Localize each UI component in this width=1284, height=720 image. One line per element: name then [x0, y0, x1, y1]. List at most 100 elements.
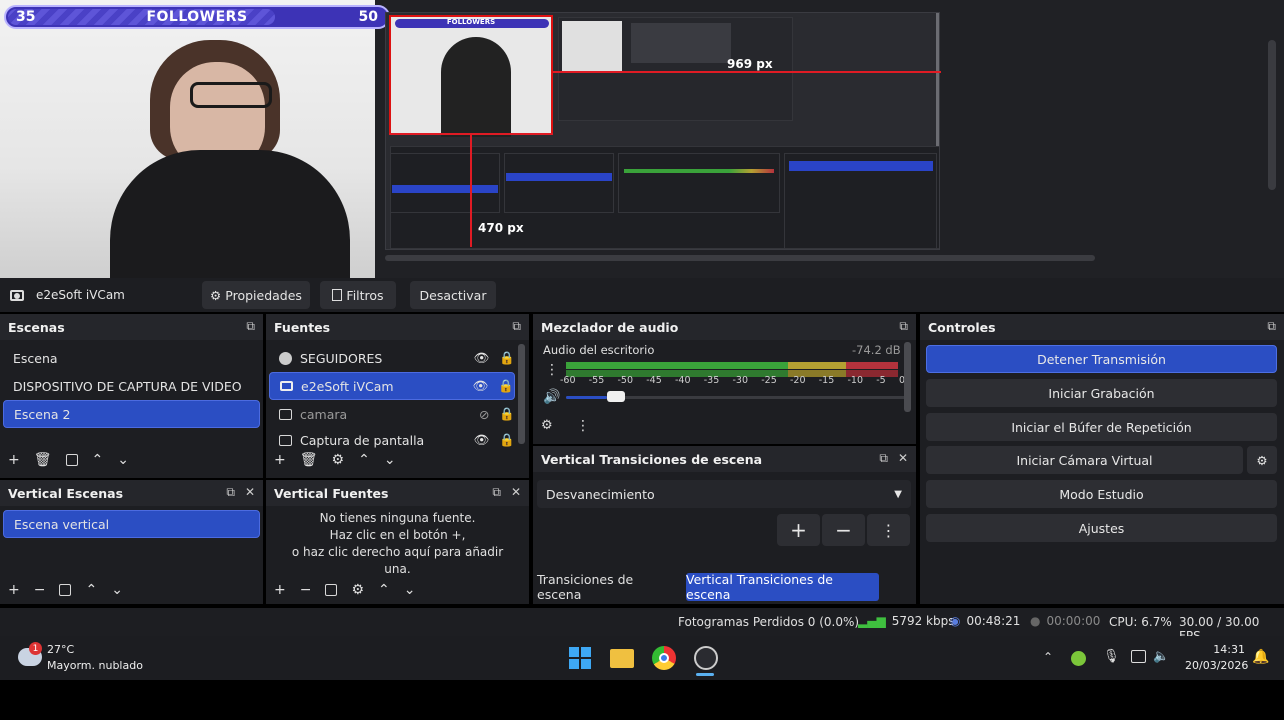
- source-item[interactable]: camara ⊘ 🔒: [269, 400, 515, 428]
- microphone-icon[interactable]: 🎙: [1103, 649, 1120, 664]
- preview-horizontal-scrollbar[interactable]: [385, 255, 1095, 261]
- mixer-scrollbar[interactable]: [904, 342, 911, 412]
- chrome-icon[interactable]: [652, 646, 676, 670]
- source-item-selected[interactable]: e2eSoft iVCam 👁 🔒: [269, 372, 515, 400]
- stop-stream-button[interactable]: Detener Transmisión: [926, 345, 1277, 373]
- deactivate-label: Desactivar: [419, 287, 487, 303]
- mini-webcam-source[interactable]: FOLLOWERS: [389, 15, 553, 137]
- eye-icon[interactable]: 👁: [473, 378, 489, 394]
- mixer-menu-icon[interactable]: ⋮: [576, 418, 590, 434]
- up-arrow-icon[interactable]: ⌃: [92, 452, 104, 468]
- down-arrow-icon[interactable]: ⌄: [404, 582, 416, 598]
- filters-button[interactable]: Filtros: [320, 281, 396, 309]
- source-item[interactable]: SEGUIDORES 👁 🔒: [269, 344, 515, 372]
- source-item-label: camara: [300, 406, 348, 422]
- transition-menu-button[interactable]: ⋮: [867, 514, 910, 546]
- undock-icon[interactable]: ⧉: [1267, 319, 1276, 334]
- tab-vertical-scene-transitions[interactable]: Vertical Transiciones de escena: [686, 572, 879, 602]
- meter-ticks: -60 -55 -50 -45 -40 -35 -30 -25 -20 -15 …: [560, 375, 905, 386]
- undock-icon[interactable]: ⧉: [226, 485, 235, 500]
- gear-icon[interactable]: ⚙: [351, 582, 364, 598]
- empty-line: No tienes ninguna fuente.: [319, 511, 476, 525]
- lock-icon[interactable]: 🔒: [499, 432, 515, 448]
- eye-hidden-icon[interactable]: ⊘: [479, 407, 489, 422]
- speaker-icon[interactable]: 🔊: [543, 389, 560, 405]
- settings-button[interactable]: Ajustes: [926, 514, 1277, 542]
- meter-tick: -50: [617, 375, 634, 386]
- close-icon[interactable]: ✕: [511, 485, 521, 500]
- eye-icon[interactable]: 👁: [474, 350, 490, 366]
- transition-select-value: Desvanecimiento: [546, 486, 655, 502]
- virtual-camera-settings-button[interactable]: ⚙: [1247, 446, 1277, 474]
- undock-icon[interactable]: ⧉: [246, 319, 255, 334]
- start-replay-buffer-button[interactable]: Iniciar el Búfer de Repetición: [926, 413, 1277, 441]
- close-icon[interactable]: ✕: [245, 485, 255, 500]
- down-arrow-icon[interactable]: ⌄: [111, 582, 123, 598]
- add-icon[interactable]: +: [8, 582, 20, 598]
- obs-icon[interactable]: [694, 646, 718, 670]
- preview-vertical-scrollbar[interactable]: [1268, 40, 1276, 190]
- up-arrow-icon[interactable]: ⌃: [358, 452, 370, 468]
- network-icon[interactable]: [1131, 650, 1146, 663]
- close-icon[interactable]: ✕: [898, 451, 908, 466]
- remove-transition-button[interactable]: −: [822, 514, 865, 546]
- record-time-value: 00:00:00: [1046, 614, 1101, 628]
- tray-app-icon[interactable]: [1071, 651, 1086, 666]
- mini-scenes-dock: [390, 153, 500, 213]
- down-arrow-icon[interactable]: ⌄: [384, 452, 396, 468]
- add-icon[interactable]: +: [8, 452, 20, 468]
- filter-icon[interactable]: [325, 584, 338, 596]
- windows-start-icon[interactable]: [569, 647, 591, 669]
- properties-button[interactable]: ⚙ Propiedades: [202, 281, 310, 309]
- add-icon[interactable]: +: [274, 582, 286, 598]
- vertical-scene-item-selected[interactable]: Escena vertical: [3, 510, 260, 538]
- trash-icon[interactable]: 🗑: [34, 452, 52, 468]
- vertical-scenes-dock: Vertical Escenas ⧉ ✕ Escena vertical + − …: [0, 480, 263, 604]
- trash-icon[interactable]: 🗑: [300, 452, 318, 468]
- eye-icon[interactable]: 👁: [474, 432, 490, 448]
- advanced-audio-icon[interactable]: ⚙: [541, 418, 553, 433]
- volume-slider-handle[interactable]: [607, 391, 625, 402]
- filter-icon[interactable]: [65, 454, 78, 466]
- more-icon: ⋮: [880, 520, 897, 540]
- undock-icon[interactable]: ⧉: [899, 319, 908, 334]
- chevron-up-icon[interactable]: ⌃: [1043, 650, 1053, 664]
- undock-icon[interactable]: ⧉: [492, 485, 501, 500]
- down-arrow-icon[interactable]: ⌄: [117, 452, 129, 468]
- minus-icon[interactable]: −: [300, 582, 312, 598]
- file-explorer-icon[interactable]: [610, 649, 634, 668]
- start-recording-button[interactable]: Iniciar Grabación: [926, 379, 1277, 407]
- notification-icon[interactable]: 🔔: [1252, 649, 1269, 665]
- vertical-sources-title: Vertical Fuentes: [274, 485, 389, 501]
- undock-icon[interactable]: ⧉: [512, 319, 521, 334]
- tab-scene-transitions[interactable]: Transiciones de escena: [537, 572, 679, 602]
- add-icon[interactable]: +: [274, 452, 286, 468]
- source-item[interactable]: Captura de pantalla 👁 🔒: [269, 428, 515, 452]
- scene-item[interactable]: Escena: [3, 344, 260, 372]
- minus-icon[interactable]: −: [34, 582, 46, 598]
- filter-icon[interactable]: [59, 584, 72, 596]
- lock-icon[interactable]: 🔒: [499, 406, 515, 422]
- add-transition-button[interactable]: +: [777, 514, 820, 546]
- gear-icon: ⚙: [1256, 452, 1268, 468]
- scene-item-selected[interactable]: Escena 2: [3, 400, 260, 428]
- camera-icon: [10, 289, 24, 301]
- undock-icon[interactable]: ⧉: [879, 451, 888, 466]
- volume-icon[interactable]: 🔈: [1153, 649, 1169, 664]
- deactivate-button[interactable]: Desactivar: [410, 281, 496, 309]
- studio-mode-button[interactable]: Modo Estudio: [926, 480, 1277, 508]
- start-virtual-camera-button[interactable]: Iniciar Cámara Virtual: [926, 446, 1243, 474]
- lock-icon[interactable]: 🔒: [498, 378, 514, 394]
- gear-icon[interactable]: ⚙: [332, 452, 345, 468]
- up-arrow-icon[interactable]: ⌃: [85, 582, 97, 598]
- up-arrow-icon[interactable]: ⌃: [378, 582, 390, 598]
- lock-icon[interactable]: 🔒: [499, 350, 515, 366]
- mini-mixer-dock: [618, 153, 780, 213]
- channel-menu-icon[interactable]: ⋮: [545, 362, 559, 378]
- sources-scrollbar[interactable]: [518, 344, 525, 444]
- scene-item[interactable]: DISPOSITIVO DE CAPTURA DE VIDEO: [3, 372, 260, 400]
- transition-select[interactable]: Desvanecimiento ▼: [537, 480, 911, 508]
- selection-bottom-edge: [389, 133, 553, 135]
- mini-stop-button: [789, 161, 933, 171]
- plus-icon: +: [790, 518, 807, 542]
